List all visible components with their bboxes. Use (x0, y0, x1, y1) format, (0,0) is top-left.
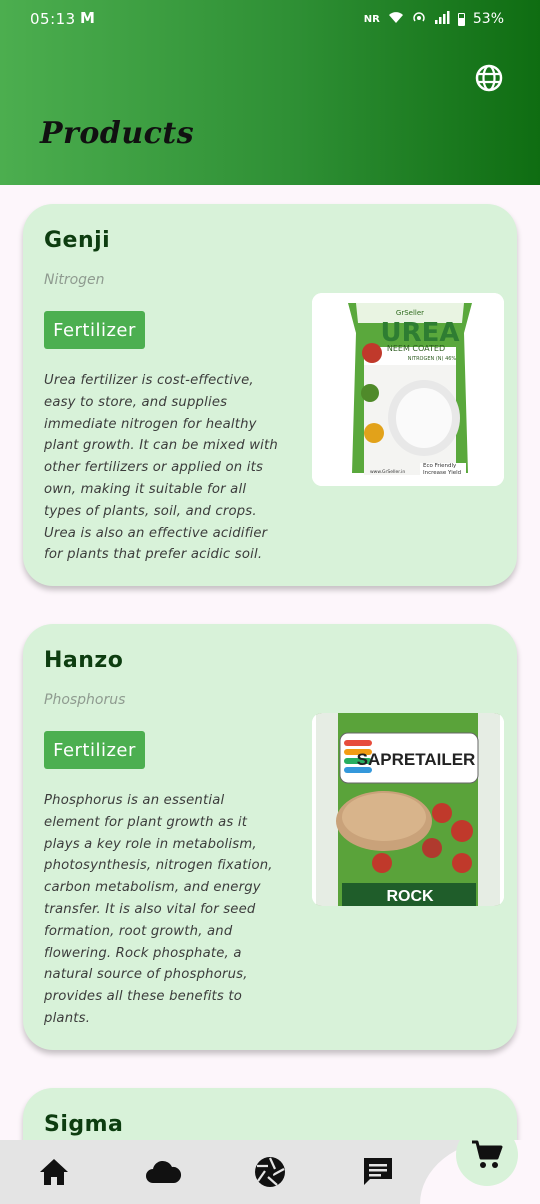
cart-icon (472, 1140, 503, 1168)
chat-icon[interactable] (361, 1155, 395, 1189)
image-footer: www.GrSeller.in (370, 469, 405, 475)
globe-icon[interactable] (474, 63, 504, 93)
product-name: Hanzo (44, 648, 124, 673)
category-badge: Fertilizer (44, 311, 145, 349)
status-time: 05:13 (30, 10, 76, 28)
image-badge2: Increase Yield (423, 470, 461, 476)
home-icon[interactable] (37, 1155, 71, 1189)
wifi-icon (388, 10, 404, 28)
hotspot-icon (412, 10, 426, 28)
image-line2: NITROGEN (N) 46% (408, 356, 457, 362)
product-card[interactable]: Hanzo Phosphorus Fertilizer Phosphorus i… (23, 624, 517, 1050)
product-description: Phosphorus is an essential element for p… (44, 793, 273, 1026)
app-bar: 05:13 M NR 53% Products (0, 0, 540, 185)
product-description: Urea fertilizer is cost-effective, easy … (44, 373, 278, 563)
battery-icon (457, 12, 465, 26)
camera-aperture-icon[interactable] (253, 1155, 287, 1189)
product-card[interactable]: Genji Nitrogen Fertilizer Urea fertilize… (23, 204, 517, 586)
image-badge1: Eco Friendly (423, 463, 457, 469)
status-icons: NR 53% (364, 10, 504, 28)
product-nutrient: Nitrogen (44, 272, 105, 288)
cart-button[interactable] (456, 1124, 518, 1186)
product-image: SAPRETAILER ROCK (312, 713, 504, 906)
product-nutrient: Phosphorus (44, 692, 126, 708)
cloud-icon[interactable] (144, 1155, 182, 1189)
product-name: Sigma (44, 1112, 124, 1137)
page-title: Products (40, 116, 195, 151)
image-brand: SAPRETAILER (357, 750, 476, 769)
image-line1: NEEM COATED (387, 344, 445, 353)
category-badge: Fertilizer (44, 731, 145, 769)
image-label: ROCK (386, 888, 434, 905)
gmail-icon: M (80, 9, 95, 27)
product-name: Genji (44, 228, 111, 253)
battery-level: 53% (472, 11, 504, 27)
signal-icon (434, 10, 450, 28)
status-bar: 05:13 M NR 53% (0, 0, 540, 40)
product-image: GrSeller UREA NEEM COATED NITROGEN (N) 4… (312, 293, 504, 486)
image-brand-small: GrSeller (396, 309, 424, 317)
network-type-icon: NR (363, 13, 380, 25)
